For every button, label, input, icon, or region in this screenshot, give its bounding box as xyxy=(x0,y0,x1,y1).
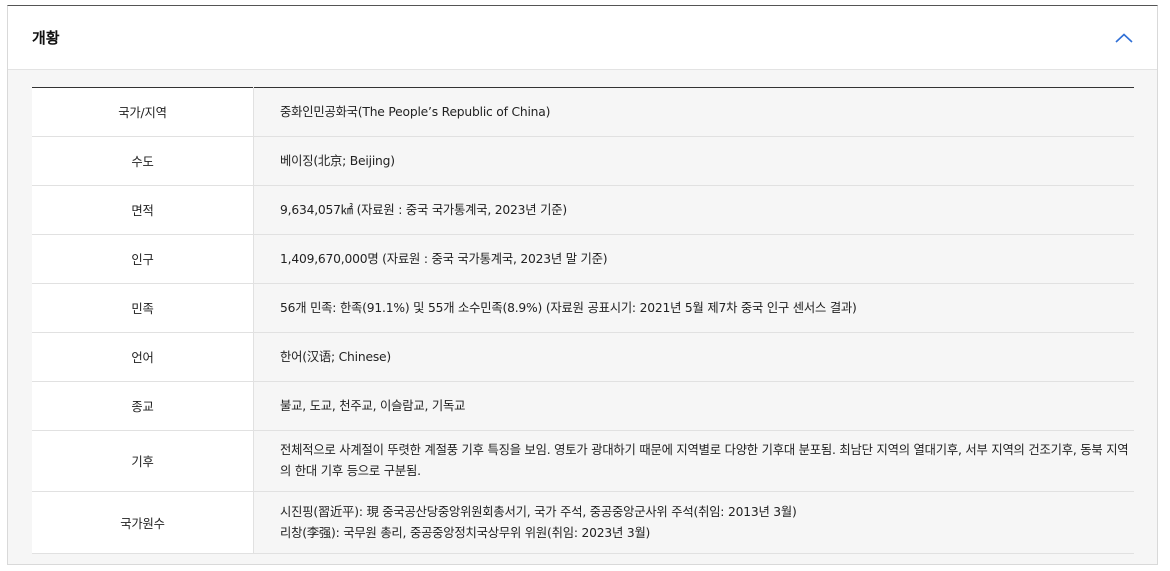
row-value: 시진핑(習近平): 現 중국공산당중앙위원회총서기, 국가 주석, 중공중앙군사… xyxy=(253,491,1134,554)
row-value-line: 시진핑(習近平): 現 중국공산당중앙위원회총서기, 국가 주석, 중공중앙군사… xyxy=(280,504,797,519)
row-value: 전체적으로 사계절이 뚜렷한 계절풍 기후 특징을 보임. 영토가 광대하기 때… xyxy=(253,430,1134,492)
overview-table: 국가/지역 중화인민공화국(The People’s Republic of C… xyxy=(32,87,1134,554)
row-label: 면적 xyxy=(32,185,254,235)
row-value-line: 56개 민족: 한족(91.1%) 및 55개 소수민족(8.9%) (자료원 … xyxy=(280,300,857,315)
panel-body: 국가/지역 중화인민공화국(The People’s Republic of C… xyxy=(8,70,1157,554)
table-row-religion: 종교 불교, 도교, 천주교, 이슬람교, 기독교 xyxy=(32,381,1134,431)
row-value: 56개 민족: 한족(91.1%) 및 55개 소수민족(8.9%) (자료원 … xyxy=(253,283,1134,333)
row-value: 중화인민공화국(The People’s Republic of China) xyxy=(253,87,1134,137)
collapse-button[interactable] xyxy=(1113,27,1135,49)
row-value: 1,409,670,000명 (자료원 : 중국 국가통계국, 2023년 말 … xyxy=(253,234,1134,284)
row-value: 불교, 도교, 천주교, 이슬람교, 기독교 xyxy=(253,381,1134,431)
table-row-country: 국가/지역 중화인민공화국(The People’s Republic of C… xyxy=(32,87,1134,137)
row-value-line: 불교, 도교, 천주교, 이슬람교, 기독교 xyxy=(280,398,466,413)
row-label: 국가/지역 xyxy=(32,87,254,137)
row-value: 한어(汉语; Chinese) xyxy=(253,332,1134,382)
row-value-line: 리창(李强): 국무원 총리, 중공중앙정치국상무위 위원(취임: 2023년 … xyxy=(280,525,651,540)
row-value-line: 한어(汉语; Chinese) xyxy=(280,349,391,364)
panel-header[interactable]: 개황 xyxy=(8,6,1157,70)
row-value: 9,634,057㎢ (자료원 : 중국 국가통계국, 2023년 기준) xyxy=(253,185,1134,235)
row-label: 민족 xyxy=(32,283,254,333)
row-label: 종교 xyxy=(32,381,254,431)
table-row-area: 면적 9,634,057㎢ (자료원 : 중국 국가통계국, 2023년 기준) xyxy=(32,185,1134,235)
row-value: 베이징(北京; Beijing) xyxy=(253,136,1134,186)
row-value-line: 베이징(北京; Beijing) xyxy=(280,153,395,168)
row-label: 수도 xyxy=(32,136,254,186)
table-row-population: 인구 1,409,670,000명 (자료원 : 중국 국가통계국, 2023년… xyxy=(32,234,1134,284)
overview-panel: 개황 국가/지역 중화인민공화국(The People’s Republic o… xyxy=(7,5,1158,565)
table-row-climate: 기후 전체적으로 사계절이 뚜렷한 계절풍 기후 특징을 보임. 영토가 광대하… xyxy=(32,430,1134,492)
row-value-line: 9,634,057㎢ (자료원 : 중국 국가통계국, 2023년 기준) xyxy=(280,202,567,217)
table-row-head-of-state: 국가원수 시진핑(習近平): 現 중국공산당중앙위원회총서기, 국가 주석, 중… xyxy=(32,491,1134,554)
row-label: 기후 xyxy=(32,430,254,492)
row-value-line: 전체적으로 사계절이 뚜렷한 계절풍 기후 특징을 보임. 영토가 광대하기 때… xyxy=(280,443,1129,478)
panel-title: 개황 xyxy=(32,29,60,47)
table-row-capital: 수도 베이징(北京; Beijing) xyxy=(32,136,1134,186)
chevron-up-icon[interactable] xyxy=(1115,32,1133,43)
row-label: 국가원수 xyxy=(32,491,254,554)
row-value-line: 1,409,670,000명 (자료원 : 중국 국가통계국, 2023년 말 … xyxy=(280,251,608,266)
row-value-line: 중화인민공화국(The People’s Republic of China) xyxy=(280,104,551,119)
table-row-ethnicity: 민족 56개 민족: 한족(91.1%) 및 55개 소수민족(8.9%) (자… xyxy=(32,283,1134,333)
row-label: 언어 xyxy=(32,332,254,382)
row-label: 인구 xyxy=(32,234,254,284)
table-row-language: 언어 한어(汉语; Chinese) xyxy=(32,332,1134,382)
